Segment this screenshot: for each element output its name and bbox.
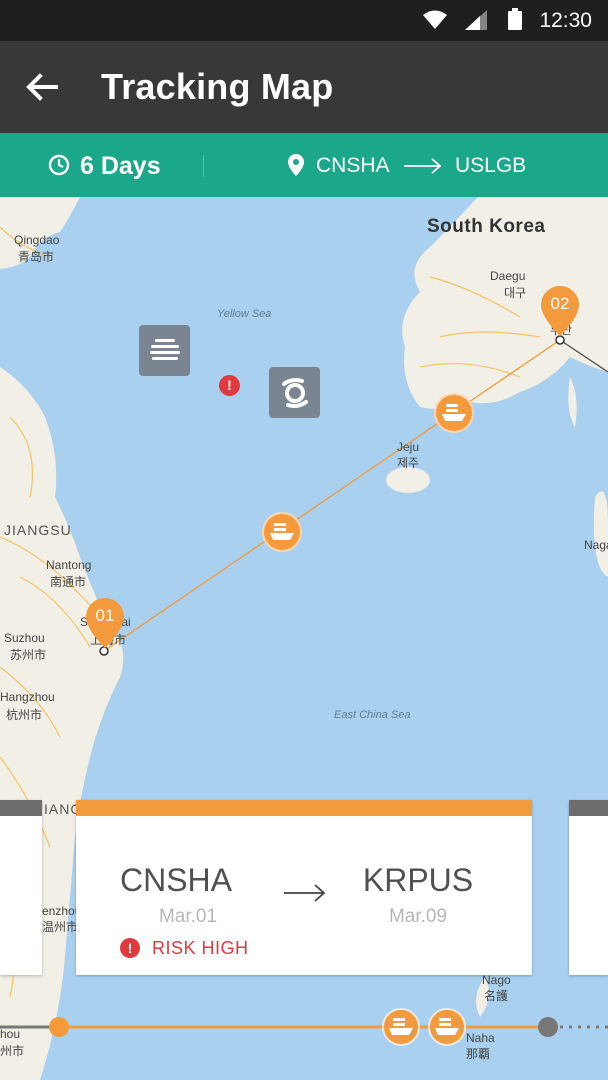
- ship-icon[interactable]: [434, 393, 474, 433]
- map-label-suzhou-cn: 苏州市: [10, 648, 47, 662]
- map-label-daegu-kr: 대구: [504, 286, 527, 300]
- map-label-daegu: Daegu: [490, 269, 526, 283]
- app-bar: Tracking Map: [0, 41, 608, 133]
- port-pin-02[interactable]: 02: [541, 286, 579, 336]
- card-accent: [0, 800, 42, 816]
- cyclone-icon[interactable]: [269, 367, 320, 418]
- signal-icon: [465, 10, 487, 30]
- fog-icon[interactable]: [139, 325, 190, 376]
- risk-level-label: RISK HIGH: [152, 938, 249, 958]
- port-pin-label: 02: [550, 294, 570, 313]
- map-label-east-china-sea: East China Sea: [334, 709, 411, 721]
- leg-arrival-date: Mar.09: [388, 906, 448, 927]
- location-pin-icon: [288, 154, 304, 176]
- map-label-nago: Nago: [482, 973, 511, 987]
- route-arrow-icon: [404, 158, 442, 174]
- card-accent: [76, 800, 532, 816]
- current-leg-card[interactable]: CNSHA KRPUS Mar.01 Mar.09 ! RISK HIGH: [76, 800, 532, 975]
- map-label-jeju: Jeju: [397, 440, 420, 454]
- back-arrow-icon[interactable]: [22, 67, 62, 107]
- status-bar: 12:30: [0, 0, 608, 41]
- leg-origin-port: CNSHA: [119, 862, 232, 898]
- map-label-jeju-kr: 제주: [397, 456, 420, 470]
- previous-leg-card[interactable]: [0, 800, 42, 975]
- leg-departure-date: Mar.01: [158, 906, 218, 927]
- map-label-hangzhou-cn: 杭州市: [6, 708, 43, 722]
- map-label-suzhou: Suzhou: [4, 631, 45, 645]
- port-pin-label: 01: [95, 606, 115, 625]
- destination-port: USLGB: [455, 154, 527, 177]
- next-leg-card[interactable]: [569, 800, 608, 975]
- risk-alert-icon: !: [120, 938, 140, 958]
- ship-icon[interactable]: [262, 512, 302, 552]
- map-label-nagasaki: Naga: [584, 538, 608, 552]
- map-label-wenzhou-cn: 温州市: [42, 920, 79, 934]
- card-accent: [569, 800, 608, 816]
- map-label-qingdao-cn: 青岛市: [18, 250, 55, 264]
- map-label-hangzhou: Hangzhou: [0, 690, 55, 704]
- voyage-timeline[interactable]: [0, 1000, 608, 1056]
- origin-port: CNSHA: [316, 154, 390, 177]
- page-title: Tracking Map: [101, 66, 334, 107]
- ship-icon[interactable]: [382, 1008, 420, 1046]
- map-label-south-korea: South Korea: [427, 216, 546, 237]
- map-label-qingdao: Qingdao: [14, 233, 60, 247]
- timeline-port-node[interactable]: [538, 1017, 558, 1037]
- clock-icon: [48, 154, 70, 176]
- map-label-nantong: Nantong: [46, 558, 92, 572]
- port-pin-01[interactable]: 01: [86, 598, 124, 648]
- voyage-duration: 6 Days: [80, 152, 161, 180]
- clock-time: 12:30: [539, 9, 592, 32]
- map-label-yellow-sea: Yellow Sea: [217, 308, 272, 320]
- leg-destination-port: KRPUS: [362, 862, 474, 898]
- wifi-icon: [423, 10, 447, 29]
- risk-alert-icon[interactable]: !: [219, 375, 240, 396]
- map-label-nantong-cn: 南通市: [50, 575, 87, 589]
- battery-icon: [508, 8, 522, 30]
- ship-icon[interactable]: [428, 1008, 466, 1046]
- map-label-jiangsu: JIANGSU: [4, 522, 72, 538]
- divider: [203, 155, 204, 177]
- timeline-port-node[interactable]: [49, 1017, 69, 1037]
- route-summary-bar: 6 Days CNSHA USLGB: [0, 133, 608, 197]
